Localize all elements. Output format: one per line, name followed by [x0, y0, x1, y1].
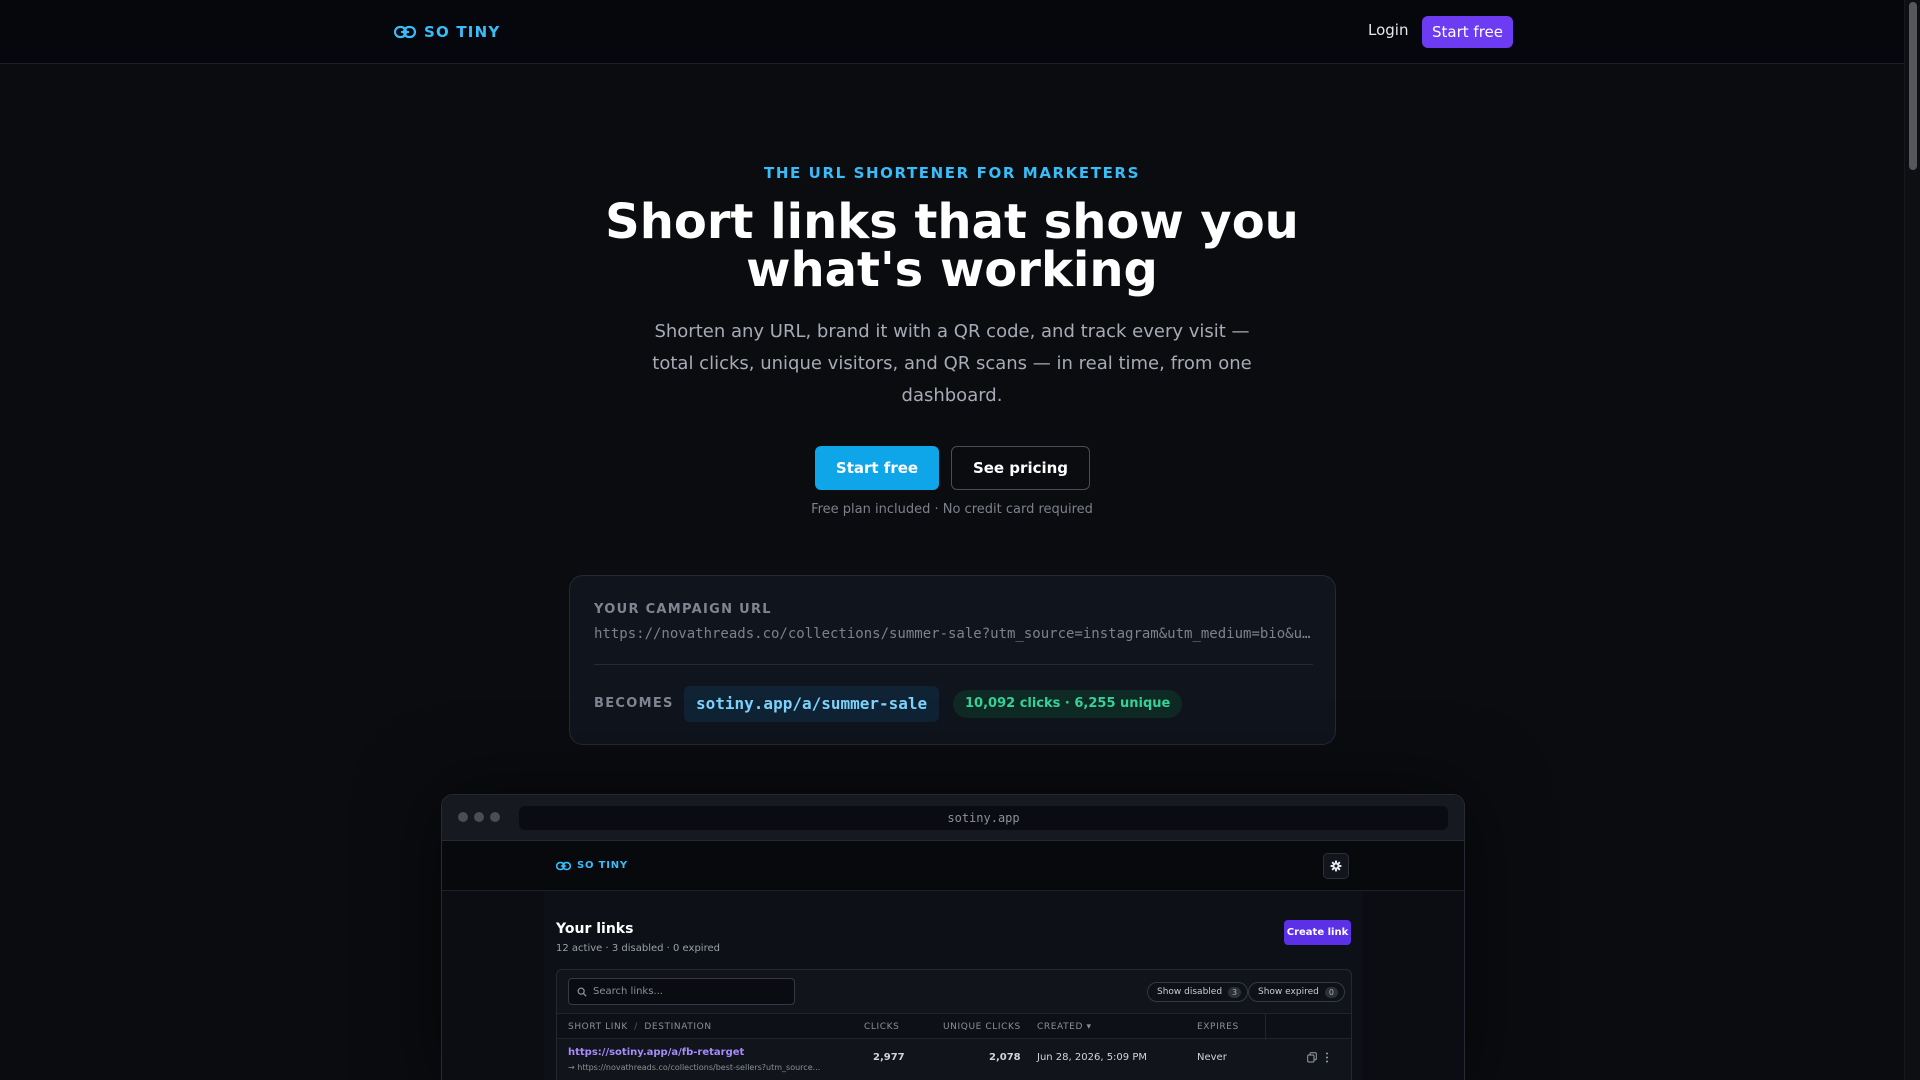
browser-toolbar: sotiny.app [442, 795, 1464, 841]
col-expires[interactable]: EXPIRES [1197, 1022, 1239, 1032]
row-destination: → https://novathreads.co/collections/bes… [568, 1063, 821, 1072]
col-unique-clicks[interactable]: UNIQUE CLICKS [943, 1022, 1021, 1032]
links-summary: 12 active · 3 disabled · 0 expired [556, 943, 720, 954]
row-clicks: 2,977 [873, 1052, 905, 1063]
col-clicks[interactable]: CLICKS [864, 1022, 899, 1032]
app-brand: SO TINY [556, 860, 628, 871]
settings-button[interactable] [1323, 853, 1349, 879]
show-expired-label: Show expired [1258, 987, 1319, 997]
click-stats-badge: 10,092 clicks · 6,255 unique [953, 690, 1183, 718]
app-header: SO TINY [442, 841, 1464, 891]
becomes-label: BECOMES [594, 696, 674, 711]
scrollbar-thumb[interactable] [1909, 2, 1917, 170]
start-free-button[interactable]: Start free [815, 446, 939, 490]
links-table: Show disabled 3 Show expired 0 SHORT LIN… [556, 969, 1352, 1080]
search-input[interactable] [593, 986, 783, 997]
links-title: Your links [556, 921, 634, 937]
campaign-url: https://novathreads.co/collections/summe… [594, 626, 1314, 642]
show-expired-toggle[interactable]: Show expired 0 [1248, 982, 1345, 1002]
page-scrollbar[interactable] [1904, 0, 1920, 1080]
see-pricing-button[interactable]: See pricing [951, 446, 1090, 490]
window-dot [490, 812, 500, 822]
links-panel: Your links 12 active · 3 disabled · 0 ex… [544, 891, 1362, 1080]
app-brand-name: SO TINY [577, 860, 628, 871]
search-field[interactable] [568, 978, 795, 1005]
col-short-link[interactable]: SHORT LINK / DESTINATION [568, 1022, 712, 1032]
app-main: Your links 12 active · 3 disabled · 0 ex… [442, 891, 1464, 1080]
campaign-url-label: YOUR CAMPAIGN URL [594, 602, 772, 617]
show-disabled-toggle[interactable]: Show disabled 3 [1147, 982, 1249, 1002]
browser-window-mock: sotiny.app SO TINY Your links 12 active … [441, 794, 1465, 1080]
show-disabled-label: Show disabled [1157, 987, 1223, 997]
cta-note: Free plan included · No credit card requ… [811, 502, 1093, 517]
brand-name: SO TINY [424, 23, 501, 41]
window-dot [474, 812, 484, 822]
col-created[interactable]: CREATED ▾ [1037, 1022, 1092, 1032]
hero-eyebrow: THE URL SHORTENER FOR MARKETERS [764, 164, 1140, 182]
link-icon [394, 25, 416, 39]
row-unique-clicks: 2,078 [989, 1052, 1021, 1063]
more-icon[interactable] [1325, 1052, 1329, 1063]
gear-icon [1330, 860, 1342, 872]
hero-subtitle: Shorten any URL, brand it with a QR code… [652, 321, 1252, 406]
divider [594, 664, 1313, 665]
table-header: SHORT LINK / DESTINATION CLICKS UNIQUE C… [557, 1013, 1351, 1040]
create-link-button[interactable]: Create link [1284, 920, 1351, 945]
row-expires: Never [1197, 1052, 1227, 1063]
col-short-link-label: SHORT LINK [568, 1022, 628, 1032]
row-short-link[interactable]: https://sotiny.app/a/fb-retarget [568, 1047, 744, 1058]
row-created: Jun 28, 2026, 5:09 PM [1037, 1052, 1147, 1063]
col-divider [1265, 1014, 1266, 1040]
brand-logo[interactable]: SO TINY [394, 22, 500, 42]
address-bar: sotiny.app [519, 806, 1448, 830]
campaign-card: YOUR CAMPAIGN URL https://novathreads.co… [569, 575, 1336, 745]
search-icon [577, 987, 587, 997]
col-separator: / [634, 1022, 638, 1032]
top-nav: SO TINY Login Start free [0, 0, 1904, 64]
show-disabled-count: 3 [1228, 986, 1242, 998]
window-dot [458, 812, 468, 822]
table-row: https://sotiny.app/a/fb-retarget → https… [557, 1040, 1351, 1080]
show-expired-count: 0 [1324, 986, 1338, 998]
login-link[interactable]: Login [1368, 21, 1408, 39]
nav-start-free-button[interactable]: Start free [1422, 16, 1513, 48]
hero-title: Short links that show you what's working [605, 194, 1299, 298]
short-link-chip: sotiny.app/a/summer-sale [684, 686, 940, 722]
link-icon [556, 861, 571, 870]
copy-icon[interactable] [1307, 1052, 1317, 1063]
col-destination-label: DESTINATION [644, 1022, 712, 1032]
